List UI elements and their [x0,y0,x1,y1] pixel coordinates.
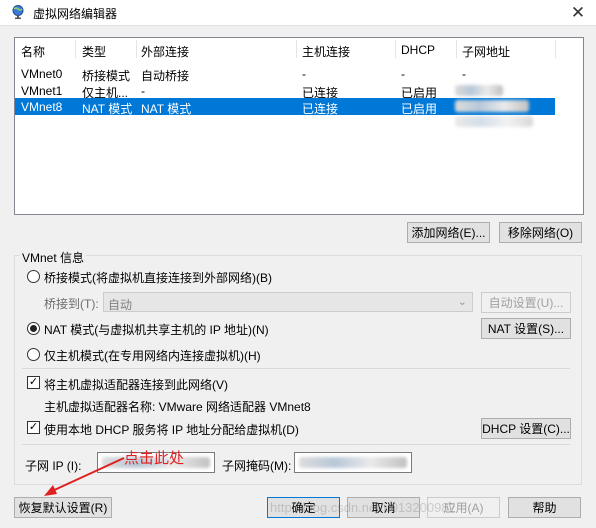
chevron-down-icon: ⌄ [457,296,467,308]
cell-external: - [141,84,145,98]
cell-external: NAT 模式 [141,102,192,116]
cell-name: VMnet1 [21,84,63,98]
redacted-subnet [455,100,529,112]
bridged-to-value: 自动 [108,298,133,312]
table-row-vmnet1[interactable]: VMnet1 仅主机... - 已连接 已启用 [15,82,555,100]
cell-name: VMnet0 [21,67,63,81]
redacted-subnet-mask [299,457,407,468]
cell-host: 已连接 [302,102,339,116]
column-divider[interactable] [456,40,457,58]
redacted-subnet [455,85,503,96]
column-header-type[interactable]: 类型 [82,43,106,60]
watermark: http://blog.csdn.net/u013200982 [270,500,456,515]
cell-name: VMnet8 [21,100,63,114]
subnet-mask-label: 子网掩码(M): [222,459,292,473]
column-header-subnet[interactable]: 子网地址 [462,43,510,60]
column-header-dhcp[interactable]: DHCP [401,43,435,57]
annotation-text: 点击此处 [124,450,185,467]
remove-network-button[interactable]: 移除网络(O) [499,222,582,243]
help-button[interactable]: 帮助 [508,497,581,518]
divider [22,444,570,445]
bridged-label[interactable]: 桥接模式(将虚拟机直接连接到外部网络)(B) [44,269,272,286]
bridged-to-label: 桥接到(T): [44,297,99,311]
bridged-radio[interactable] [27,270,40,283]
column-divider[interactable] [296,40,297,58]
dhcp-settings-button[interactable]: DHCP 设置(C)... [481,418,571,439]
cell-dhcp: 已启用 [401,102,438,116]
close-icon: ✕ [570,2,586,22]
column-header-name[interactable]: 名称 [21,43,45,60]
cell-type: NAT 模式 [82,102,133,116]
use-dhcp-label[interactable]: 使用本地 DHCP 服务将 IP 地址分配给虚拟机(D) [44,421,299,438]
network-list[interactable]: 名称 类型 外部连接 主机连接 DHCP 子网地址 VMnet0 桥接模式 自动… [14,37,584,215]
use-dhcp-checkbox[interactable]: ✓ [27,421,40,434]
connect-adapter-checkbox[interactable]: ✓ [27,376,40,389]
table-row-vmnet0[interactable]: VMnet0 桥接模式 自动桥接 - - - [15,65,555,83]
bridged-to-select[interactable]: 自动 ⌄ [103,292,473,312]
divider [22,368,570,369]
host-only-radio[interactable] [27,348,40,361]
globe-network-icon [12,5,24,19]
column-header-external[interactable]: 外部连接 [141,43,189,60]
column-divider[interactable] [75,40,76,58]
cell-host: - [302,67,306,81]
title-bar: 虚拟网络编辑器 ✕ [0,0,596,26]
network-list-header: 名称 类型 外部连接 主机连接 DHCP 子网地址 [15,38,583,60]
column-divider[interactable] [555,40,556,58]
redacted-overflow [455,116,533,127]
auto-settings-button[interactable]: 自动设置(U)... [481,292,571,313]
vmnet-info-group [14,255,582,485]
adapter-name-text: 主机虚拟适配器名称: VMware 网络适配器 VMnet8 [44,400,311,414]
close-button[interactable]: ✕ [560,0,596,25]
nat-radio[interactable] [27,322,40,335]
window-title: 虚拟网络编辑器 [33,7,118,21]
add-network-button[interactable]: 添加网络(E)... [407,222,490,243]
cell-subnet: - [462,67,466,81]
column-divider[interactable] [136,40,137,58]
nat-settings-button[interactable]: NAT 设置(S)... [481,318,571,339]
column-header-host[interactable]: 主机连接 [302,43,350,60]
vmnet-info-title: VMnet 信息 [20,249,87,266]
restore-defaults-button[interactable]: 恢复默认设置(R) [14,497,112,518]
subnet-mask-input[interactable] [294,452,412,473]
table-row-vmnet8[interactable]: VMnet8 NAT 模式 NAT 模式 已连接 已启用 [15,98,555,116]
column-divider[interactable] [395,40,396,58]
annotation-arrow-icon [44,457,125,496]
cell-dhcp: - [401,67,405,81]
connect-adapter-label[interactable]: 将主机虚拟适配器连接到此网络(V) [44,376,228,393]
host-only-label[interactable]: 仅主机模式(在专用网络内连接虚拟机)(H) [44,347,261,364]
nat-label[interactable]: NAT 模式(与虚拟机共享主机的 IP 地址)(N) [44,321,269,338]
